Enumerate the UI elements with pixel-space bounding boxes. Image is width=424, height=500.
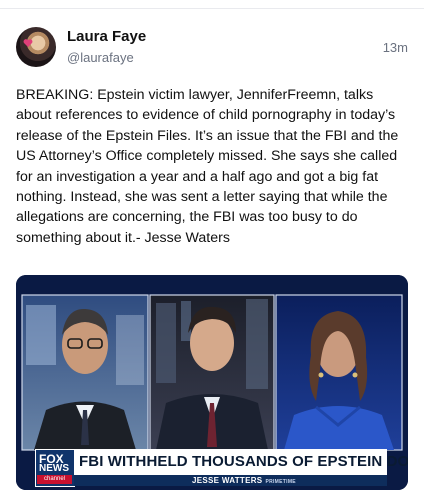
author-handle[interactable]: @laurafaye — [67, 50, 134, 65]
show-name-bar: JESSE WATTERS PRIMETIME — [74, 475, 387, 486]
logo-text-mid: NEWS — [39, 463, 69, 474]
heart-icon — [23, 39, 33, 47]
show-name: JESSE WATTERS PRIMETIME — [192, 475, 296, 488]
fox-news-logo: FOX NEWS channel — [35, 449, 75, 487]
author-name[interactable]: Laura Faye — [67, 28, 146, 45]
show-name-text: JESSE WATTERS — [192, 476, 263, 485]
show-tag: PRIMETIME — [265, 479, 296, 485]
logo-text-bottom: channel — [37, 475, 72, 484]
headline-text: FBI WITHHELD THOUSANDS OF EPSTEIN DOCS — [79, 453, 408, 470]
avatar[interactable] — [16, 27, 56, 67]
post-body-text: BREAKING: Epstein victim lawyer, Jennife… — [16, 87, 399, 246]
top-divider — [0, 8, 424, 9]
post-video-media[interactable]: FBI WITHHELD THOUSANDS OF EPSTEIN DOCS F… — [16, 275, 408, 490]
post-timestamp[interactable]: 13m — [383, 40, 408, 55]
headline-banner: FBI WITHHELD THOUSANDS OF EPSTEIN DOCS — [35, 449, 408, 475]
